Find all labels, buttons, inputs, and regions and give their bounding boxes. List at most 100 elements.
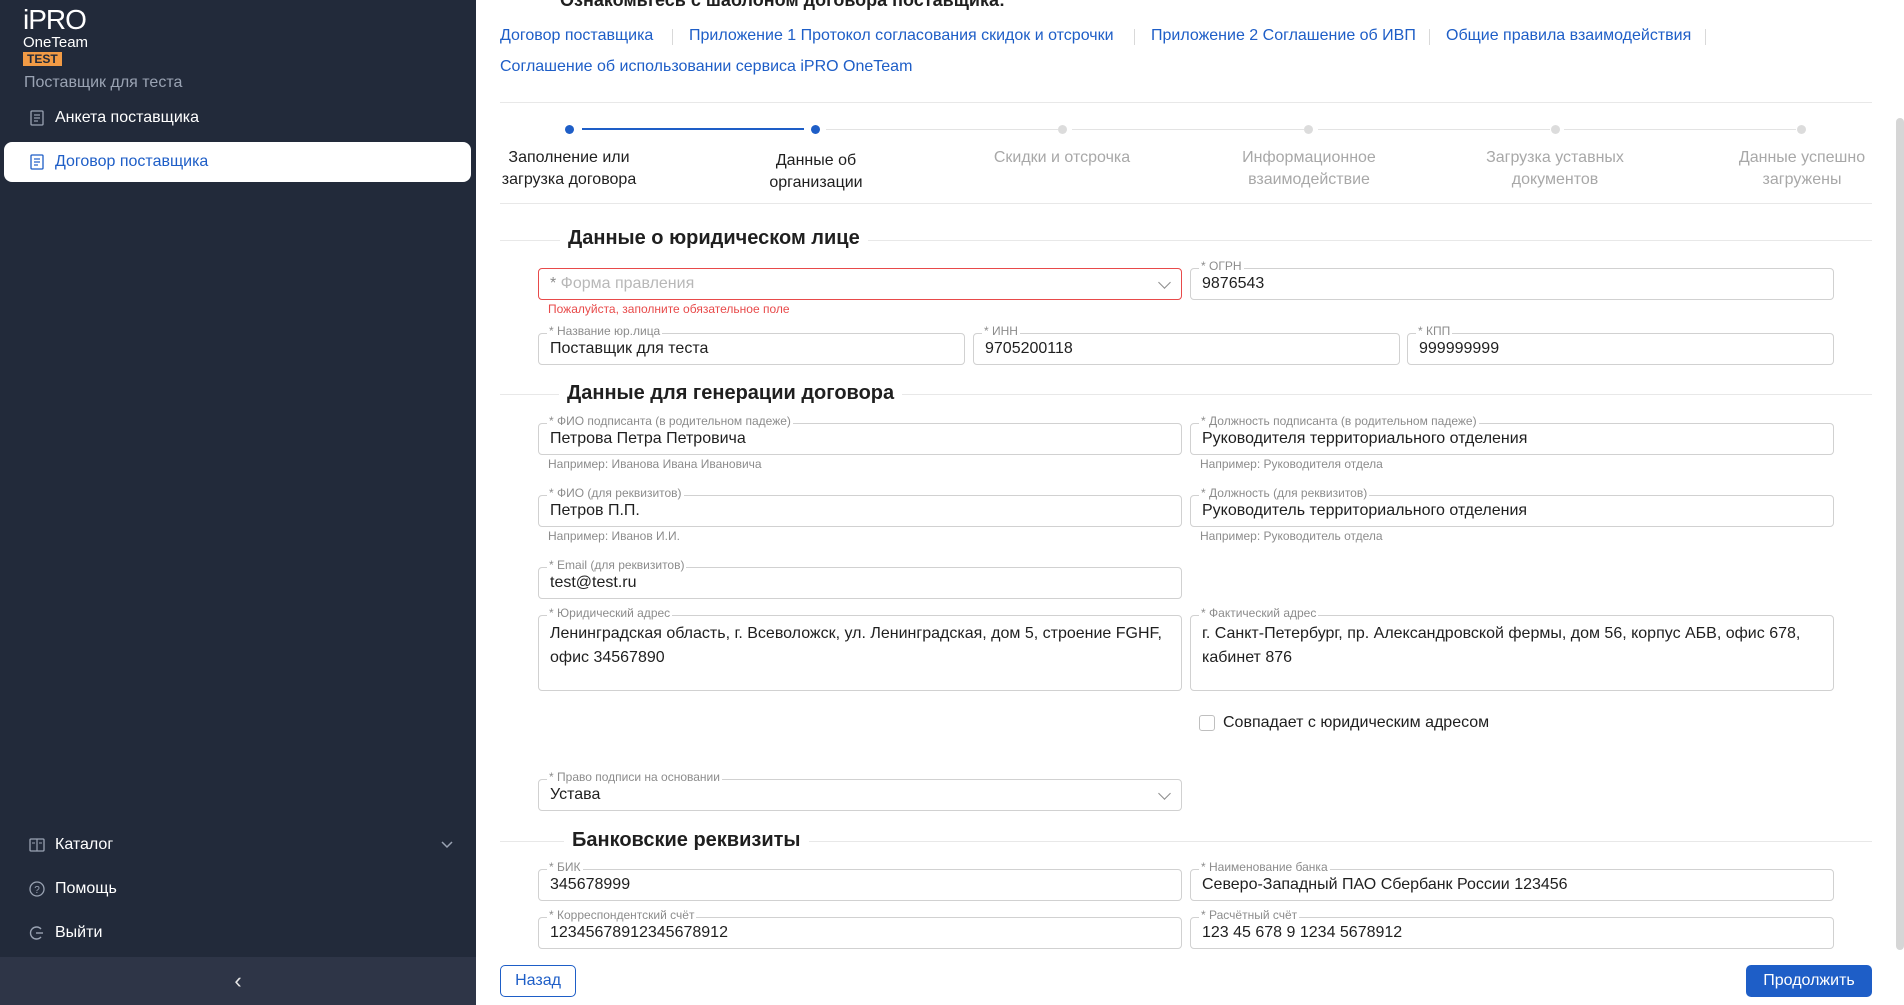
scrollbar[interactable] xyxy=(1896,118,1904,950)
ogrn-value: 9876543 xyxy=(1202,275,1265,292)
step-dot-1 xyxy=(565,125,574,134)
logo-oneteam: OneTeam xyxy=(23,34,89,51)
legal-address-textarea[interactable]: Ленинградская область, г. Всеволожск, ул… xyxy=(538,615,1182,691)
sidebar-item-label: Договор поставщика xyxy=(55,153,209,170)
step-connector xyxy=(582,128,804,130)
back-button[interactable]: Назад xyxy=(500,965,576,997)
signer-fio-genitive-hint: Например: Иванова Ивана Ивановича xyxy=(548,457,762,471)
ogrn-input[interactable]: 9876543 xyxy=(1190,268,1834,300)
step-label-4: Информационное взаимодействие xyxy=(1199,147,1419,191)
step-label-line: Загрузка уставных xyxy=(1486,149,1624,166)
step-dot-4 xyxy=(1304,125,1313,134)
collapse-sidebar-button[interactable]: ‹ xyxy=(0,957,476,1005)
sidebar-item-questionnaire[interactable]: Анкета поставщика xyxy=(4,98,471,138)
kpp-input[interactable]: 999999999 xyxy=(1407,333,1834,365)
sidebar-item-help[interactable]: ? Помощь xyxy=(4,869,471,909)
kpp-label: * КПП xyxy=(1416,324,1453,338)
inn-input[interactable]: 9705200118 xyxy=(973,333,1400,365)
email-label: * Email (для реквизитов) xyxy=(547,558,687,572)
signer-fio-genitive-value: Петрова Петра Петровича xyxy=(550,430,746,447)
requisites-fio-hint: Например: Иванов И.И. xyxy=(548,529,680,543)
sign-basis-label: * Право подписи на основании xyxy=(547,770,722,784)
logout-icon xyxy=(28,924,46,942)
actual-address-textarea[interactable]: г. Санкт-Петербург, пр. Александровской … xyxy=(1190,615,1834,691)
step-dot-3 xyxy=(1058,125,1067,134)
step-label-3: Скидки и отсрочка xyxy=(952,147,1172,169)
bik-value: 345678999 xyxy=(550,876,631,893)
logo-ipro: iPRO xyxy=(23,4,87,35)
requisites-position-value: Руководитель территориального отделения xyxy=(1202,502,1528,519)
step-dot-5 xyxy=(1551,125,1560,134)
step-label-line: Заполнение или xyxy=(508,149,630,166)
bik-input[interactable]: 345678999 xyxy=(538,869,1182,901)
sidebar-item-contract[interactable]: Договор поставщика xyxy=(4,142,471,182)
sidebar: iPRO OneTeam TEST Поставщик для теста Ан… xyxy=(0,0,476,1005)
actual-address-value: г. Санкт-Петербург, пр. Александровской … xyxy=(1202,625,1801,666)
sidebar-item-label: Помощь xyxy=(55,880,117,897)
document-icon xyxy=(28,153,46,171)
legal-form-placeholder: Форма правления xyxy=(560,275,695,292)
sidebar-item-catalog[interactable]: Каталог xyxy=(4,825,471,865)
link-supplier-contract[interactable]: Договор поставщика xyxy=(500,27,653,45)
logo-test-badge: TEST xyxy=(23,52,62,66)
inn-value: 9705200118 xyxy=(985,340,1073,357)
step-label-line: загрузка договора xyxy=(501,171,637,188)
link-appendix-2[interactable]: Приложение 2 Соглашение об ИВП xyxy=(1151,27,1416,45)
signer-position-genitive-hint: Например: Руководителя отдела xyxy=(1200,457,1383,471)
bank-name-label: * Наименование банка xyxy=(1199,860,1330,874)
signer-fio-genitive-label: * ФИО подписанта (в родительном падеже) xyxy=(547,414,793,428)
settlement-account-label: * Расчётный счёт xyxy=(1199,908,1300,922)
step-label-line: документов xyxy=(1511,171,1599,188)
kpp-value: 999999999 xyxy=(1419,340,1500,357)
divider xyxy=(500,102,1872,103)
same-address-checkbox[interactable] xyxy=(1199,715,1215,731)
link-separator xyxy=(1429,29,1430,45)
logo: iPRO OneTeam TEST xyxy=(23,6,88,67)
bik-label: * БИК xyxy=(547,860,583,874)
link-service-agreement[interactable]: Соглашение об использовании сервиса iPRO… xyxy=(500,58,912,76)
link-appendix-1[interactable]: Приложение 1 Протокол согласования скидо… xyxy=(689,27,1114,45)
sign-basis-value: Устава xyxy=(550,786,601,803)
chevron-down-icon xyxy=(1158,276,1171,289)
legal-address-value: Ленинградская область, г. Всеволожск, ул… xyxy=(550,625,1162,666)
link-separator xyxy=(1705,29,1706,45)
step-label-1[interactable]: Заполнение или загрузка договора xyxy=(459,147,679,191)
legal-form-select[interactable]: * Форма правления xyxy=(538,268,1182,300)
corr-account-label: * Корреспондентский счёт xyxy=(547,908,697,922)
svg-text:?: ? xyxy=(34,885,40,896)
legal-name-label: * Название юр.лица xyxy=(547,324,663,338)
company-name: Поставщик для теста xyxy=(24,74,183,91)
chevron-down-icon xyxy=(441,836,453,854)
link-general-rules[interactable]: Общие правила взаимодействия xyxy=(1446,27,1691,45)
sidebar-item-logout[interactable]: Выйти xyxy=(4,913,471,953)
step-connector xyxy=(1318,129,1550,130)
legal-name-value: Поставщик для теста xyxy=(550,340,709,357)
legal-address-label: * Юридический адрес xyxy=(547,606,673,620)
continue-button[interactable]: Продолжить xyxy=(1746,965,1872,997)
step-dot-6 xyxy=(1797,125,1806,134)
actual-address-label: * Фактический адрес xyxy=(1199,606,1319,620)
step-label-line: Данные успешно xyxy=(1738,149,1866,166)
step-label-line: загружены xyxy=(1762,171,1842,188)
step-dot-2 xyxy=(811,125,820,134)
link-separator xyxy=(672,29,673,45)
inn-label: * ИНН xyxy=(982,324,1020,338)
corr-account-value: 12345678912345678912 xyxy=(550,924,728,941)
step-label-2[interactable]: Данные об организации xyxy=(706,150,926,194)
requisites-position-hint: Например: Руководитель отдела xyxy=(1200,529,1383,543)
signer-position-genitive-label: * Должность подписанта (в родительном па… xyxy=(1199,414,1479,428)
step-connector xyxy=(1564,129,1796,130)
help-icon: ? xyxy=(28,880,46,898)
step-label-6: Данные успешно загружены xyxy=(1692,147,1904,191)
signer-position-genitive-value: Руководителя территориального отделения xyxy=(1202,430,1528,447)
sidebar-item-label: Выйти xyxy=(55,924,103,941)
legal-form-error: Пожалуйста, заполните обязательное поле xyxy=(548,302,790,316)
settlement-account-value: 123 45 678 9 1234 5678912 xyxy=(1202,924,1403,941)
step-label-line: Данные об xyxy=(775,152,857,169)
requisites-fio-value: Петров П.П. xyxy=(550,502,640,519)
document-icon xyxy=(28,109,46,127)
step-connector xyxy=(826,129,1058,130)
step-connector xyxy=(1072,129,1304,130)
sidebar-item-label: Каталог xyxy=(55,836,114,853)
step-label-line: организации xyxy=(769,174,863,191)
